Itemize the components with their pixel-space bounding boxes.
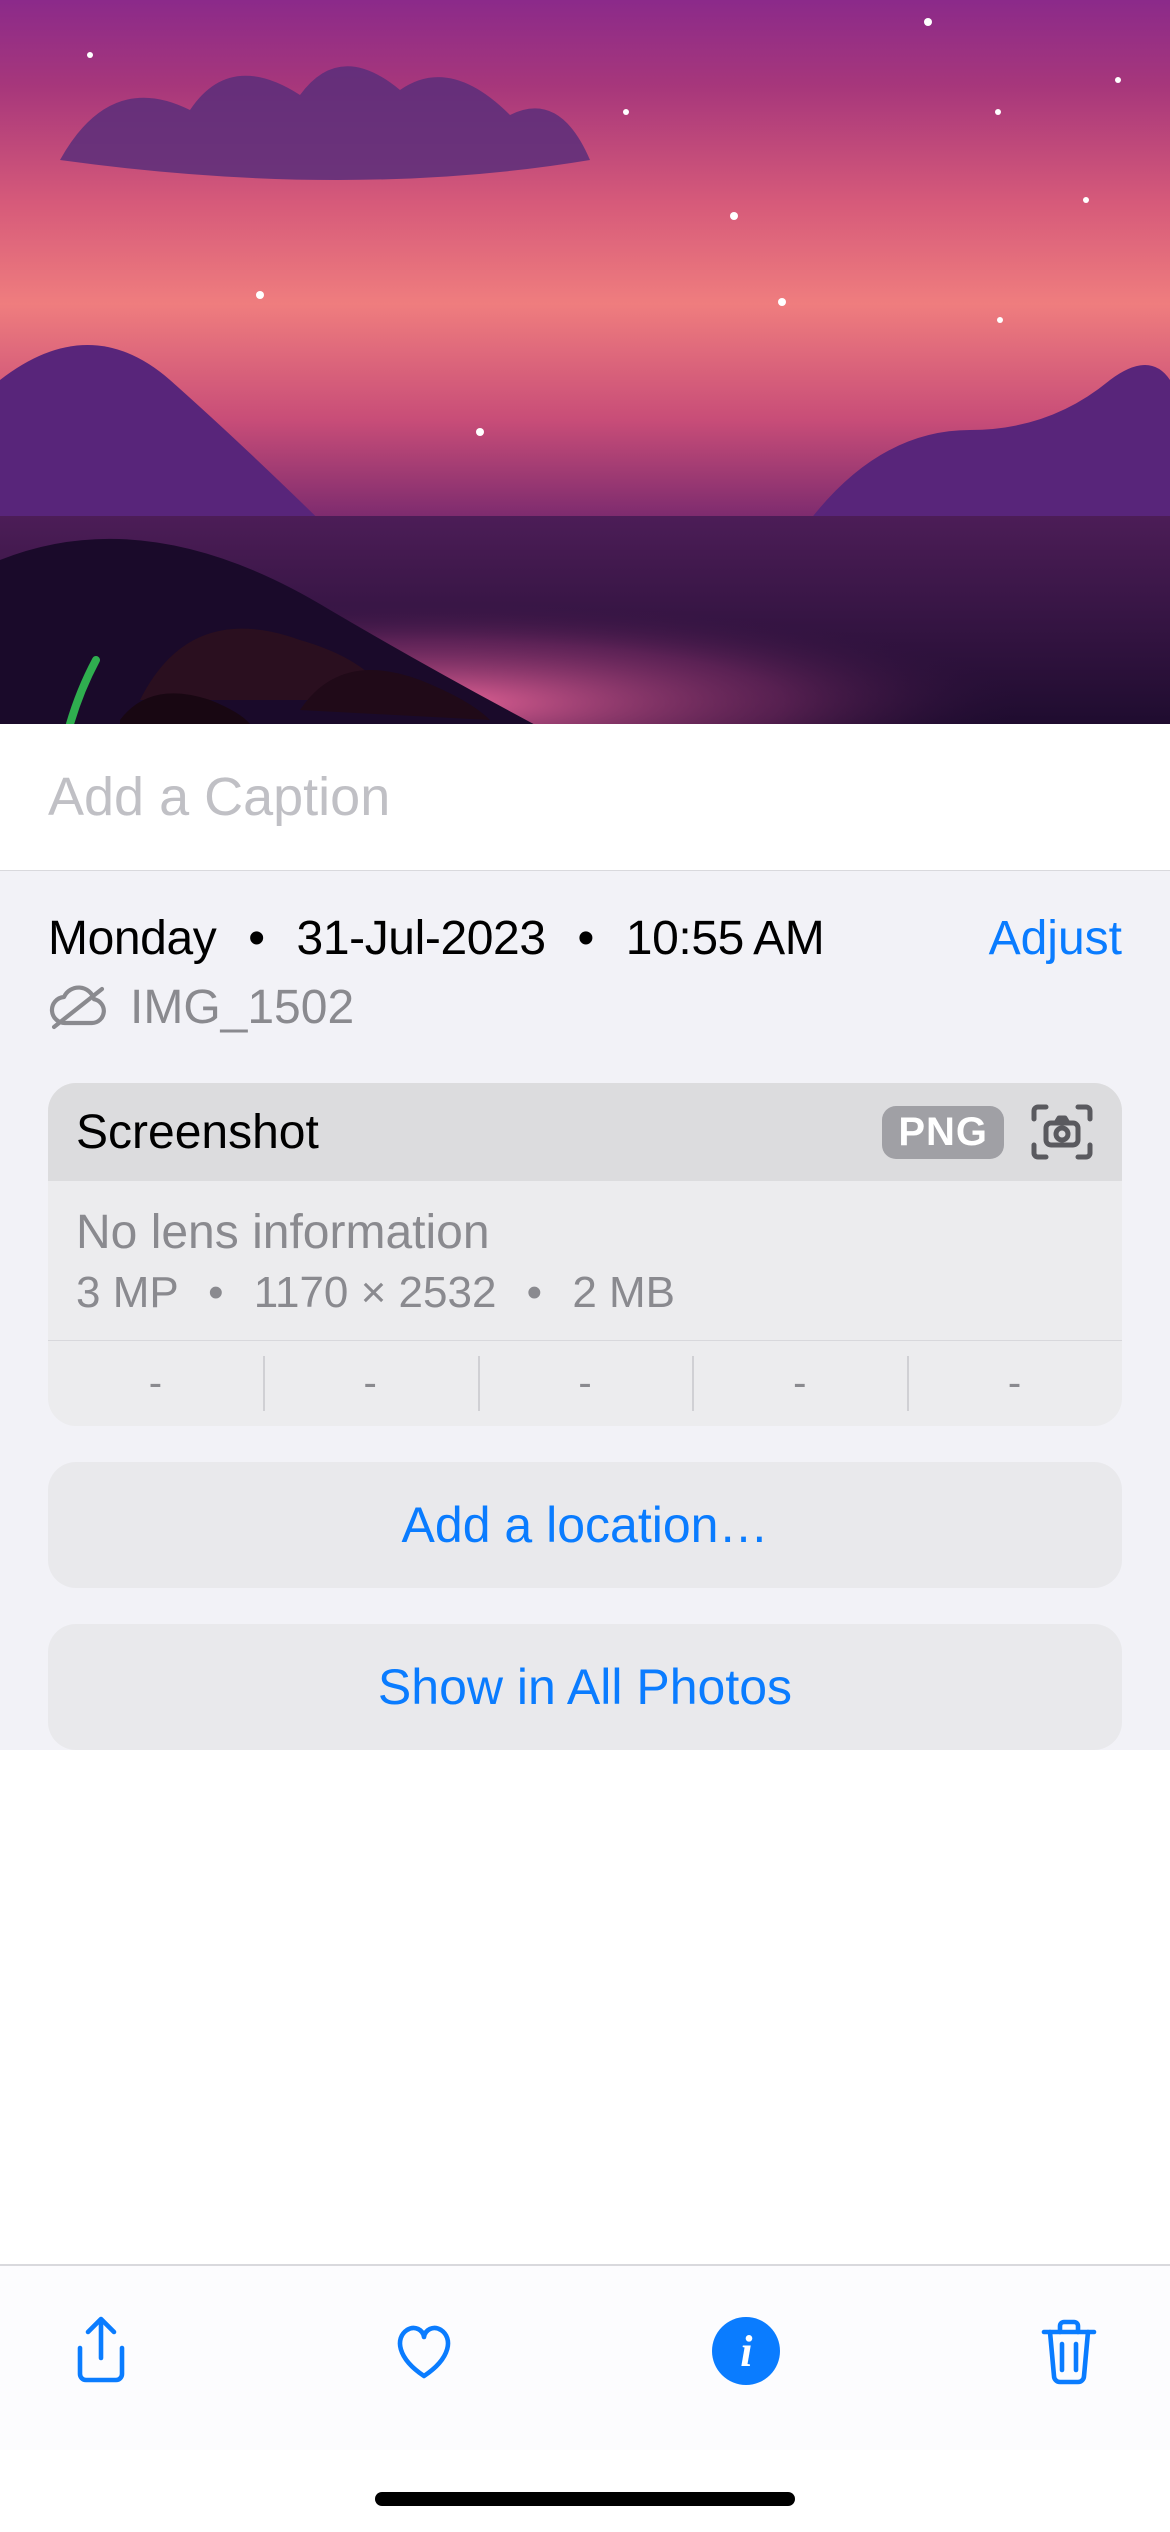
exif-cell: - <box>907 1341 1122 1426</box>
filename-label: IMG_1502 <box>130 980 354 1035</box>
format-badge: PNG <box>882 1106 1004 1159</box>
exif-cell: - <box>48 1341 263 1426</box>
photo-info-panel: Monday • 31-Jul-2023 • 10:55 AM Adjust I… <box>0 871 1170 1750</box>
share-button[interactable] <box>56 2306 146 2396</box>
adjust-button[interactable]: Adjust <box>989 911 1122 966</box>
time-label: 10:55 AM <box>626 912 825 965</box>
image-specs: 3 MP • 1170 × 2532 • 2 MB <box>76 1268 1094 1318</box>
exif-cell: - <box>263 1341 478 1426</box>
card-title: Screenshot <box>76 1105 319 1160</box>
bullet-separator: • <box>565 912 607 965</box>
date-label: 31-Jul-2023 <box>297 912 546 965</box>
home-indicator[interactable] <box>375 2492 795 2506</box>
filesize-label: 2 MB <box>572 1268 675 1317</box>
add-location-button[interactable]: Add a location… <box>48 1462 1122 1588</box>
heart-icon <box>387 2314 461 2388</box>
bullet-separator: • <box>527 1268 542 1317</box>
card-body: No lens information 3 MP • 1170 × 2532 •… <box>48 1181 1122 1341</box>
megapixels-label: 3 MP <box>76 1268 178 1317</box>
info-icon: i <box>712 2317 780 2385</box>
exif-cell: - <box>692 1341 907 1426</box>
screenshot-icon <box>1030 1103 1094 1161</box>
image-info-card: Screenshot PNG No lens informa <box>48 1083 1122 1426</box>
date-row: Monday • 31-Jul-2023 • 10:55 AM Adjust <box>48 911 1122 966</box>
info-button[interactable]: i <box>701 2306 791 2396</box>
date-text: Monday • 31-Jul-2023 • 10:55 AM <box>48 911 824 966</box>
show-all-photos-button[interactable]: Show in All Photos <box>48 1624 1122 1750</box>
caption-input[interactable] <box>48 766 1122 828</box>
exif-cell: - <box>478 1341 693 1426</box>
card-header: Screenshot PNG <box>48 1083 1122 1181</box>
lens-info-label: No lens information <box>76 1205 1094 1260</box>
cloud-off-icon <box>48 985 108 1031</box>
caption-row <box>0 724 1170 871</box>
exif-row: - - - - - <box>48 1341 1122 1426</box>
bullet-separator: • <box>208 1268 223 1317</box>
photo-preview[interactable] <box>0 0 1170 724</box>
trash-icon <box>1032 2314 1106 2388</box>
delete-button[interactable] <box>1024 2306 1114 2396</box>
bottom-toolbar: i <box>0 2264 1170 2450</box>
favorite-button[interactable] <box>379 2306 469 2396</box>
bullet-separator: • <box>235 912 277 965</box>
weekday-label: Monday <box>48 912 216 965</box>
filename-row: IMG_1502 <box>48 980 1122 1035</box>
share-icon <box>64 2314 138 2388</box>
dimensions-label: 1170 × 2532 <box>254 1268 497 1317</box>
